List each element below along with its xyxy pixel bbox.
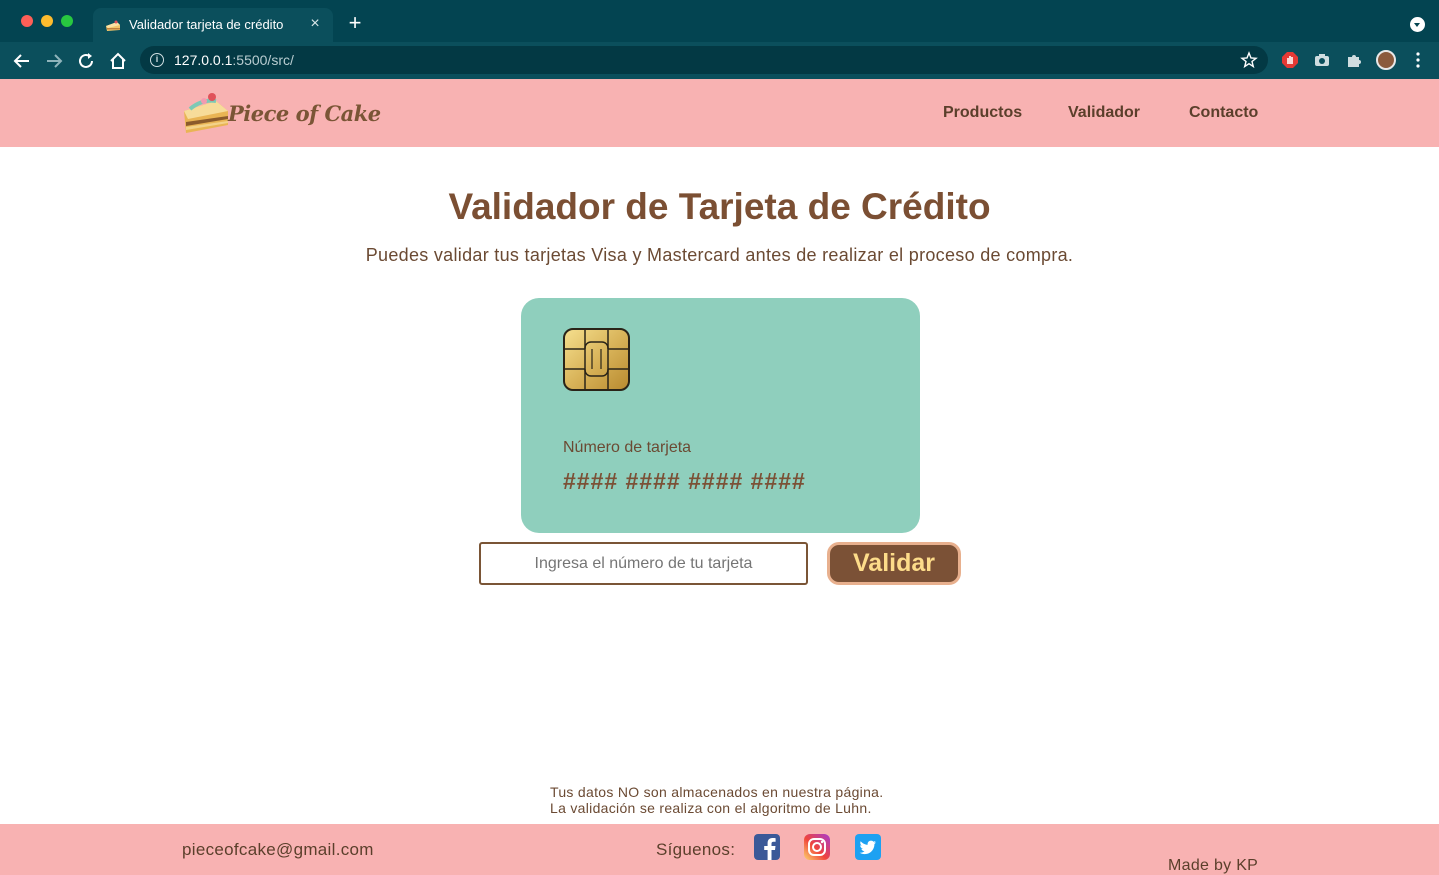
close-window-button[interactable]: [21, 15, 33, 27]
contact-email[interactable]: pieceofcake@gmail.com: [182, 840, 374, 860]
credit-card-preview: Número de tarjeta #### #### #### ####: [521, 298, 920, 533]
card-number-input[interactable]: [479, 542, 808, 585]
extensions-puzzle-icon[interactable]: [1345, 51, 1363, 69]
cake-slice-icon: [184, 93, 228, 133]
nav-link-products[interactable]: Productos: [943, 104, 1022, 122]
url-text: 127.0.0.1:5500/src/: [174, 52, 294, 68]
twitter-icon[interactable]: [855, 834, 881, 860]
facebook-icon[interactable]: [754, 834, 780, 860]
site-logo[interactable]: Piece of Cake: [182, 87, 381, 137]
tab-search-icon[interactable]: [1410, 17, 1425, 32]
nav-link-contact[interactable]: Contacto: [1189, 104, 1258, 122]
bookmark-star-icon[interactable]: [1240, 51, 1258, 69]
browser-menu-icon[interactable]: [1412, 51, 1424, 69]
follow-label: Síguenos:: [656, 840, 736, 859]
adblock-extension-icon[interactable]: [1281, 51, 1299, 69]
back-arrow-icon[interactable]: [11, 50, 33, 72]
url-path: :5500/src/: [232, 52, 294, 68]
site-info-icon[interactable]: i: [150, 53, 164, 67]
card-number-label: Número de tarjeta: [563, 439, 692, 456]
tab-close-icon[interactable]: ×: [305, 14, 325, 34]
site-footer: pieceofcake@gmail.com Síguenos: Made by …: [0, 824, 1439, 875]
privacy-disclaimer: Tus datos NO son almacenados en nuestra …: [550, 784, 883, 816]
page-title: Validador de Tarjeta de Crédito: [448, 186, 991, 227]
home-icon[interactable]: [107, 50, 129, 72]
nav-link-validator[interactable]: Validador: [1068, 104, 1140, 122]
tab-title: Validador tarjeta de crédito: [129, 17, 284, 32]
browser-tab[interactable]: Validador tarjeta de crédito ×: [93, 8, 333, 42]
validate-button[interactable]: Validar: [827, 542, 961, 585]
disclaimer-line-1: Tus datos NO son almacenados en nuestra …: [550, 784, 884, 800]
url-host: 127.0.0.1: [174, 52, 233, 68]
page-subtitle: Puedes validar tus tarjetas Visa y Maste…: [365, 245, 1074, 265]
cake-favicon-icon: [106, 20, 120, 31]
card-number-display: #### #### #### ####: [563, 468, 806, 494]
instagram-icon[interactable]: [804, 834, 830, 860]
profile-avatar[interactable]: [1376, 50, 1396, 70]
logo-text: Piece of Cake: [228, 101, 381, 126]
browser-titlebar: Validador tarjeta de crédito × +: [0, 0, 1439, 42]
author-credit: Made by KP: [1168, 857, 1259, 874]
address-bar[interactable]: i 127.0.0.1:5500/src/: [140, 46, 1268, 74]
disclaimer-line-2: La validación se realiza con el algoritm…: [550, 800, 872, 816]
card-chip-icon: [563, 328, 630, 391]
reload-icon[interactable]: [75, 50, 97, 72]
forward-arrow-icon[interactable]: [43, 50, 65, 72]
camera-extension-icon[interactable]: [1313, 51, 1331, 69]
browser-toolbar: i 127.0.0.1:5500/src/: [0, 42, 1439, 79]
site-header: Piece of Cake Productos Validador Contac…: [0, 79, 1439, 147]
maximize-window-button[interactable]: [61, 15, 73, 27]
new-tab-button[interactable]: +: [344, 12, 366, 34]
minimize-window-button[interactable]: [41, 15, 53, 27]
